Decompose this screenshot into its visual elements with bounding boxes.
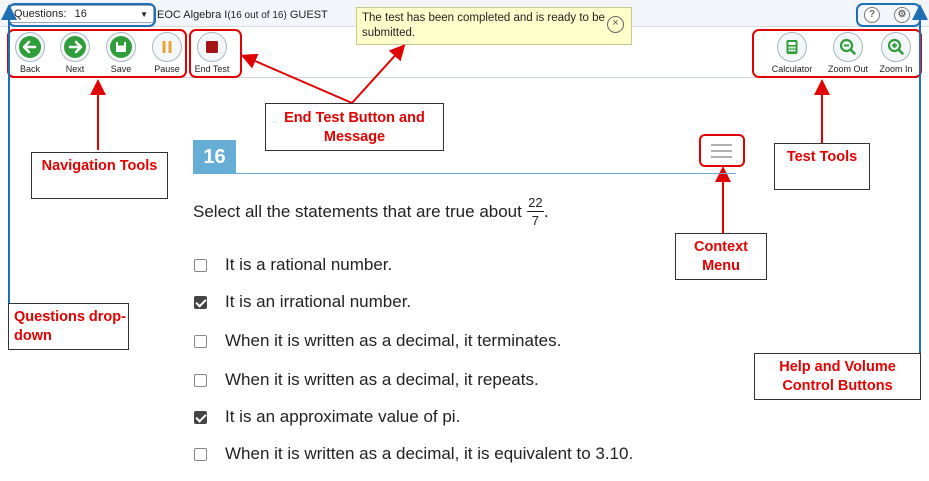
fraction-numerator: 22 <box>528 195 543 210</box>
answer-option[interactable]: It is a rational number. <box>194 255 392 275</box>
callout-end-test: End Test Button and Message <box>265 103 444 151</box>
callout-help-volume: Help and Volume Control Buttons <box>754 353 921 400</box>
checkbox[interactable] <box>194 295 207 309</box>
option-text: When it is written as a decimal, it repe… <box>225 370 539 389</box>
answer-option[interactable]: When it is written as a decimal, it term… <box>194 331 561 351</box>
fraction-denominator: 7 <box>531 213 539 228</box>
checkbox[interactable] <box>194 447 207 461</box>
context-menu-button[interactable] <box>699 134 745 167</box>
answer-option[interactable]: When it is written as a decimal, it repe… <box>194 370 539 390</box>
checkbox[interactable] <box>194 373 207 387</box>
option-text: It is an irrational number. <box>225 292 412 311</box>
answer-option[interactable]: It is an approximate value of pi. <box>194 407 460 427</box>
annotation-arrows <box>1 4 928 233</box>
callout-questions-dropdown: Questions drop-down <box>8 303 129 350</box>
option-text: It is a rational number. <box>225 255 393 274</box>
prompt-end: . <box>543 201 549 221</box>
option-text: It is an approximate value of pi. <box>225 407 461 426</box>
checkbox[interactable] <box>194 410 207 424</box>
answer-option[interactable]: It is an irrational number. <box>194 292 411 312</box>
question-header-line <box>236 173 736 174</box>
fraction: 22 7 <box>526 195 544 228</box>
callout-navigation-tools: Navigation Tools <box>31 152 168 199</box>
option-text: When it is written as a decimal, it is e… <box>225 444 634 463</box>
question-prompt: Select all the statements that are true … <box>193 196 549 227</box>
checkbox[interactable] <box>194 334 207 348</box>
option-text: When it is written as a decimal, it term… <box>225 331 562 350</box>
callout-context-menu: Context Menu <box>675 233 767 280</box>
fraction-bar <box>526 211 544 212</box>
callout-test-tools: Test Tools <box>774 143 870 190</box>
checkbox[interactable] <box>194 258 207 272</box>
question-number: 16 <box>193 140 236 174</box>
prompt-text: Select all the statements that are true … <box>193 201 522 221</box>
answer-option[interactable]: When it is written as a decimal, it is e… <box>194 444 633 464</box>
